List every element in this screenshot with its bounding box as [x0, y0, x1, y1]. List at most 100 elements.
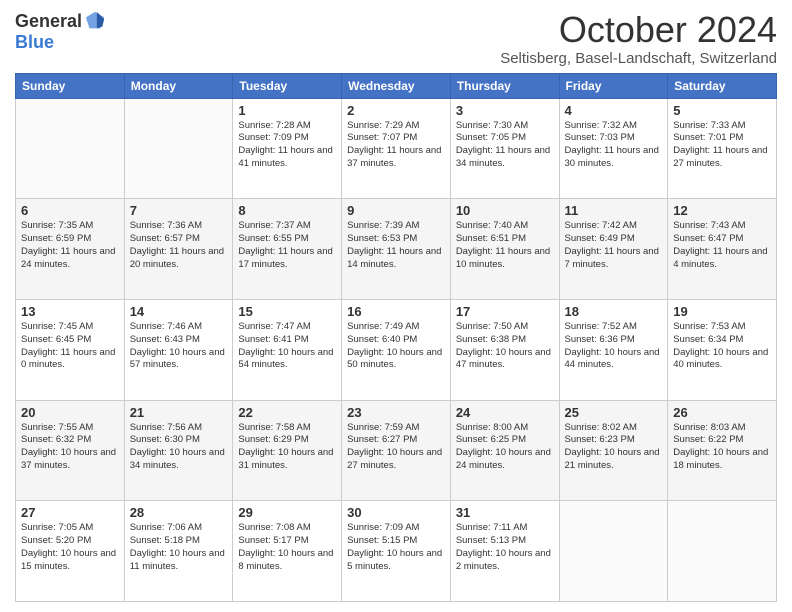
cell-day-number: 17 [456, 304, 554, 319]
calendar-cell: 28 Sunrise: 7:06 AM Sunset: 5:18 PM Dayli… [124, 501, 233, 602]
cell-day-number: 12 [673, 203, 771, 218]
calendar-cell: 1 Sunrise: 7:28 AM Sunset: 7:09 PM Daylig… [233, 98, 342, 199]
cell-sun-info: Sunrise: 7:39 AM Sunset: 6:53 PM Dayligh… [347, 220, 445, 271]
week-row-3: 13 Sunrise: 7:45 AM Sunset: 6:45 PM Dayli… [16, 299, 777, 400]
cell-sun-info: Sunrise: 7:40 AM Sunset: 6:51 PM Dayligh… [456, 220, 554, 271]
month-title: October 2024 [500, 10, 777, 50]
cell-day-number: 2 [347, 103, 445, 118]
cell-sun-info: Sunrise: 7:56 AM Sunset: 6:30 PM Dayligh… [130, 422, 228, 473]
cell-sun-info: Sunrise: 7:42 AM Sunset: 6:49 PM Dayligh… [565, 220, 663, 271]
cell-sun-info: Sunrise: 7:47 AM Sunset: 6:41 PM Dayligh… [238, 321, 336, 372]
cell-day-number: 4 [565, 103, 663, 118]
col-tuesday: Tuesday [233, 73, 342, 98]
cell-sun-info: Sunrise: 8:00 AM Sunset: 6:25 PM Dayligh… [456, 422, 554, 473]
cell-day-number: 28 [130, 505, 228, 520]
week-row-5: 27 Sunrise: 7:05 AM Sunset: 5:20 PM Dayli… [16, 501, 777, 602]
cell-day-number: 1 [238, 103, 336, 118]
cell-day-number: 24 [456, 405, 554, 420]
cell-day-number: 25 [565, 405, 663, 420]
week-row-2: 6 Sunrise: 7:35 AM Sunset: 6:59 PM Daylig… [16, 199, 777, 300]
calendar-cell: 7 Sunrise: 7:36 AM Sunset: 6:57 PM Daylig… [124, 199, 233, 300]
cell-sun-info: Sunrise: 7:35 AM Sunset: 6:59 PM Dayligh… [21, 220, 119, 271]
cell-sun-info: Sunrise: 7:29 AM Sunset: 7:07 PM Dayligh… [347, 120, 445, 171]
calendar-cell: 18 Sunrise: 7:52 AM Sunset: 6:36 PM Dayli… [559, 299, 668, 400]
calendar-cell: 2 Sunrise: 7:29 AM Sunset: 7:07 PM Daylig… [342, 98, 451, 199]
cell-day-number: 18 [565, 304, 663, 319]
calendar-cell: 14Sunrise: 7:46 AM Sunset: 6:43 PM Dayli… [124, 299, 233, 400]
calendar-cell: 12 Sunrise: 7:43 AM Sunset: 6:47 PM Dayli… [668, 199, 777, 300]
cell-day-number: 19 [673, 304, 771, 319]
cell-sun-info: Sunrise: 7:45 AM Sunset: 6:45 PM Dayligh… [21, 321, 119, 372]
logo-general-text: General [15, 11, 82, 32]
col-friday: Friday [559, 73, 668, 98]
title-section: October 2024 Seltisberg, Basel-Landschaf… [500, 10, 777, 67]
cell-sun-info: Sunrise: 7:55 AM Sunset: 6:32 PM Dayligh… [21, 422, 119, 473]
calendar-cell: 27 Sunrise: 7:05 AM Sunset: 5:20 PM Dayli… [16, 501, 125, 602]
calendar-cell: 19Sunrise: 7:53 AM Sunset: 6:34 PM Dayli… [668, 299, 777, 400]
cell-day-number: 10 [456, 203, 554, 218]
cell-day-number: 20 [21, 405, 119, 420]
cell-day-number: 23 [347, 405, 445, 420]
calendar-cell: 11 Sunrise: 7:42 AM Sunset: 6:49 PM Dayli… [559, 199, 668, 300]
cell-day-number: 29 [238, 505, 336, 520]
cell-day-number: 8 [238, 203, 336, 218]
cell-sun-info: Sunrise: 7:05 AM Sunset: 5:20 PM Dayligh… [21, 522, 119, 573]
col-saturday: Saturday [668, 73, 777, 98]
calendar-cell [124, 98, 233, 199]
calendar-cell: 3Sunrise: 7:30 AM Sunset: 7:05 PM Daylig… [450, 98, 559, 199]
cell-sun-info: Sunrise: 8:02 AM Sunset: 6:23 PM Dayligh… [565, 422, 663, 473]
logo-blue-text: Blue [15, 32, 54, 53]
cell-sun-info: Sunrise: 7:32 AM Sunset: 7:03 PM Dayligh… [565, 120, 663, 171]
cell-day-number: 14 [130, 304, 228, 319]
calendar-cell: 23 Sunrise: 7:59 AM Sunset: 6:27 PM Dayli… [342, 400, 451, 501]
calendar-cell: 24 Sunrise: 8:00 AM Sunset: 6:25 PM Dayli… [450, 400, 559, 501]
cell-sun-info: Sunrise: 7:09 AM Sunset: 5:15 PM Dayligh… [347, 522, 445, 573]
cell-sun-info: Sunrise: 7:43 AM Sunset: 6:47 PM Dayligh… [673, 220, 771, 271]
calendar-cell: 17Sunrise: 7:50 AM Sunset: 6:38 PM Dayli… [450, 299, 559, 400]
calendar-cell: 4 Sunrise: 7:32 AM Sunset: 7:03 PM Daylig… [559, 98, 668, 199]
cell-day-number: 27 [21, 505, 119, 520]
calendar-cell [559, 501, 668, 602]
cell-day-number: 22 [238, 405, 336, 420]
cell-day-number: 15 [238, 304, 336, 319]
calendar-cell: 29 Sunrise: 7:08 AM Sunset: 5:17 PM Dayli… [233, 501, 342, 602]
calendar-cell: 22 Sunrise: 7:58 AM Sunset: 6:29 PM Dayli… [233, 400, 342, 501]
cell-sun-info: Sunrise: 7:36 AM Sunset: 6:57 PM Dayligh… [130, 220, 228, 271]
cell-sun-info: Sunrise: 7:30 AM Sunset: 7:05 PM Dayligh… [456, 120, 554, 171]
cell-sun-info: Sunrise: 7:06 AM Sunset: 5:18 PM Dayligh… [130, 522, 228, 573]
calendar-cell: 26 Sunrise: 8:03 AM Sunset: 6:22 PM Dayli… [668, 400, 777, 501]
calendar-cell: 21 Sunrise: 7:56 AM Sunset: 6:30 PM Dayli… [124, 400, 233, 501]
header: General Blue October 2024 Seltisberg, Ba… [15, 10, 777, 67]
cell-sun-info: Sunrise: 8:03 AM Sunset: 6:22 PM Dayligh… [673, 422, 771, 473]
week-row-4: 20 Sunrise: 7:55 AM Sunset: 6:32 PM Dayli… [16, 400, 777, 501]
calendar-cell: 9Sunrise: 7:39 AM Sunset: 6:53 PM Daylig… [342, 199, 451, 300]
cell-day-number: 16 [347, 304, 445, 319]
week-row-1: 1 Sunrise: 7:28 AM Sunset: 7:09 PM Daylig… [16, 98, 777, 199]
cell-sun-info: Sunrise: 7:08 AM Sunset: 5:17 PM Dayligh… [238, 522, 336, 573]
calendar-cell: 15 Sunrise: 7:47 AM Sunset: 6:41 PM Dayli… [233, 299, 342, 400]
calendar-cell: 16 Sunrise: 7:49 AM Sunset: 6:40 PM Dayli… [342, 299, 451, 400]
calendar-cell: 13 Sunrise: 7:45 AM Sunset: 6:45 PM Dayli… [16, 299, 125, 400]
page: General Blue October 2024 Seltisberg, Ba… [0, 0, 792, 612]
logo-icon [84, 10, 106, 32]
cell-day-number: 26 [673, 405, 771, 420]
col-monday: Monday [124, 73, 233, 98]
calendar-cell: 31Sunrise: 7:11 AM Sunset: 5:13 PM Dayli… [450, 501, 559, 602]
cell-day-number: 7 [130, 203, 228, 218]
cell-day-number: 11 [565, 203, 663, 218]
cell-sun-info: Sunrise: 7:33 AM Sunset: 7:01 PM Dayligh… [673, 120, 771, 171]
cell-sun-info: Sunrise: 7:37 AM Sunset: 6:55 PM Dayligh… [238, 220, 336, 271]
cell-sun-info: Sunrise: 7:58 AM Sunset: 6:29 PM Dayligh… [238, 422, 336, 473]
cell-sun-info: Sunrise: 7:59 AM Sunset: 6:27 PM Dayligh… [347, 422, 445, 473]
cell-sun-info: Sunrise: 7:49 AM Sunset: 6:40 PM Dayligh… [347, 321, 445, 372]
calendar-cell: 25 Sunrise: 8:02 AM Sunset: 6:23 PM Dayli… [559, 400, 668, 501]
cell-day-number: 31 [456, 505, 554, 520]
calendar-cell: 8 Sunrise: 7:37 AM Sunset: 6:55 PM Daylig… [233, 199, 342, 300]
col-wednesday: Wednesday [342, 73, 451, 98]
cell-day-number: 21 [130, 405, 228, 420]
cell-day-number: 6 [21, 203, 119, 218]
cell-sun-info: Sunrise: 7:52 AM Sunset: 6:36 PM Dayligh… [565, 321, 663, 372]
cell-day-number: 13 [21, 304, 119, 319]
location-subtitle: Seltisberg, Basel-Landschaft, Switzerlan… [500, 50, 777, 67]
cell-sun-info: Sunrise: 7:28 AM Sunset: 7:09 PM Dayligh… [238, 120, 336, 171]
